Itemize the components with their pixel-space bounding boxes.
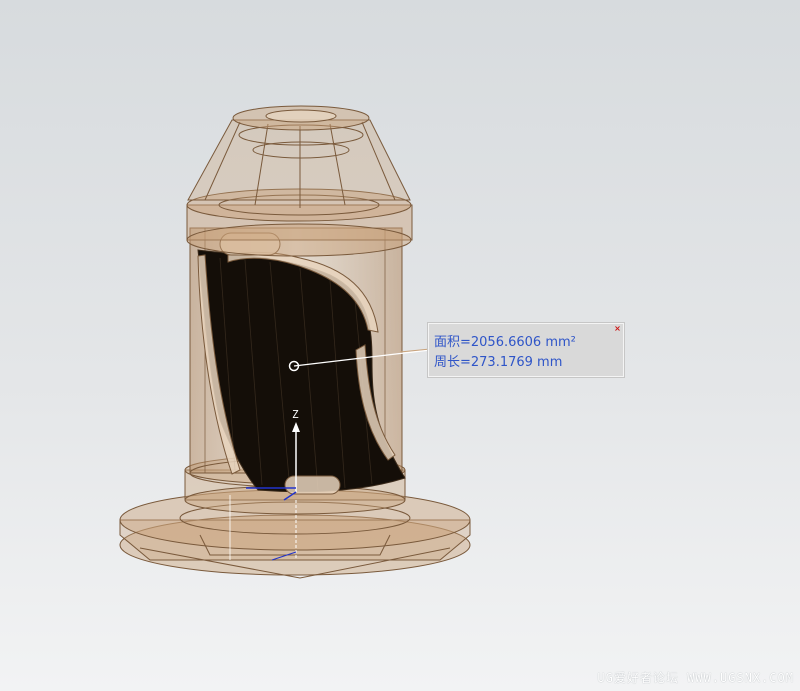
top-cap <box>232 105 370 131</box>
close-icon[interactable]: × <box>614 325 621 333</box>
z-axis-label: Z <box>292 408 299 421</box>
top-cage <box>187 119 411 208</box>
watermark: UG爱好者论坛 WWW.UGSNX.COM <box>597 671 794 685</box>
area-readout: 面积=2056.6606 mm² <box>434 335 576 350</box>
graphics-viewport[interactable]: Z 面积=2056.6606 mm² 周长=273.1769 mm × UG爱好… <box>0 0 800 691</box>
perimeter-readout: 周长=273.1769 mm <box>434 355 563 370</box>
model-3d-view[interactable] <box>0 0 800 691</box>
measurement-callout[interactable]: 面积=2056.6606 mm² 周长=273.1769 mm × <box>428 323 624 377</box>
